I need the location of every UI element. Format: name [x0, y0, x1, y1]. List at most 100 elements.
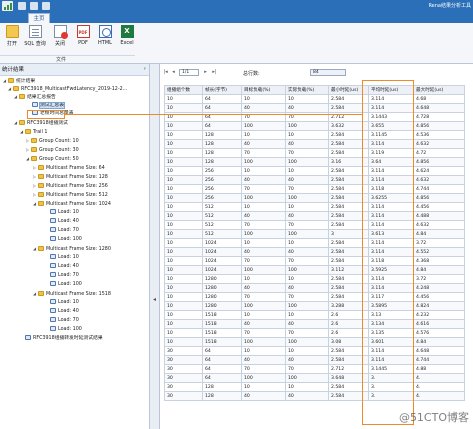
close-button[interactable]: 关闭	[49, 25, 71, 51]
tree-node[interactable]: Load: 100	[45, 281, 82, 289]
tree-node[interactable]: ◢ Group Count: 50	[26, 155, 79, 163]
next-page-icon[interactable]: ▸	[202, 69, 209, 76]
table-cell: 3.08	[328, 337, 369, 347]
quick-save-icon[interactable]	[18, 2, 26, 10]
table-row[interactable]: 30 64 40 40 2.584 3.114 4.744	[164, 355, 465, 365]
tree-node[interactable]: Load: 40	[45, 308, 79, 316]
table-row[interactable]: 10 1024 10 10 2.584 3.114 3.72	[164, 238, 465, 248]
column-header[interactable]: 组播组个数	[164, 85, 203, 95]
tree-node[interactable]: Load: 10	[45, 299, 79, 307]
table-row[interactable]: 10 512 100 100 3 3.613 4.84	[164, 229, 465, 239]
tree-node[interactable]: Load: 10	[45, 254, 79, 262]
table-row[interactable]: 10 64 10 10 2.584 3.114 4.68	[164, 94, 465, 104]
table-row[interactable]: 10 1280 100 100 3.288 3.5895 4.824	[164, 301, 465, 311]
table-row[interactable]: 10 1024 40 40 2.584 3.114 4.552	[164, 247, 465, 257]
tree-node[interactable]: ◢ 统计结果	[3, 77, 35, 85]
table-row[interactable]: 10 256 40 40 2.584 3.114 4.632	[164, 175, 465, 185]
table-icon	[32, 102, 38, 107]
table-cell: 512	[202, 220, 242, 230]
tree-node-label: 测试汇总表	[39, 102, 65, 109]
tree-node[interactable]: ◢ Trail 1	[20, 128, 47, 136]
tree-node-label: Trail 1	[33, 130, 48, 135]
table-row[interactable]: 10 1518 70 70 2.6 3.135 4.576	[164, 328, 465, 338]
table-row[interactable]: 10 1024 70 70 2.584 3.118 4.368	[164, 256, 465, 266]
quick-undo-icon[interactable]	[30, 2, 38, 10]
table-row[interactable]: 10 128 70 70 2.584 3.119 4.72	[164, 148, 465, 158]
tree-node[interactable]: ◢ Multicast Frame Size: 1024	[33, 200, 111, 208]
table-row[interactable]: 10 1518 100 100 3.08 3.601 4.84	[164, 337, 465, 347]
column-header[interactable]: 实际负载(%)	[285, 85, 329, 95]
table-cell: 3.1145	[368, 130, 414, 140]
table-row[interactable]: 10 1518 40 40 2.6 3.134 4.616	[164, 319, 465, 329]
table-row[interactable]: 10 128 100 100 3.16 3.64 4.856	[164, 157, 465, 167]
tree-node-label: Load: 40	[58, 219, 79, 224]
table-row[interactable]: 10 1280 70 70 2.584 3.117 4.456	[164, 292, 465, 302]
quick-access-dropdown-icon[interactable]	[42, 2, 50, 10]
first-page-icon[interactable]: |◂	[162, 69, 169, 76]
tab-home[interactable]: 主页	[28, 13, 50, 23]
tree-node[interactable]: Load: 100	[45, 236, 82, 244]
table-row[interactable]: 10 512 40 40 2.584 3.114 4.488	[164, 211, 465, 221]
tree-node[interactable]: ◢ RFC3918组播测试	[14, 119, 68, 127]
table-row[interactable]: 10 256 10 10 2.584 3.114 4.624	[164, 166, 465, 176]
table-row[interactable]: 30 128 10 10 2.584 3. 4.	[164, 382, 465, 392]
tree-node[interactable]: Load: 40	[45, 263, 79, 271]
tree-node[interactable]: ▷ Multicast Frame Size: 512	[33, 191, 108, 199]
export-pdf-button[interactable]: PDF PDF	[72, 25, 94, 51]
panel-splitter[interactable]: ◂	[150, 64, 160, 429]
table-cell: 10	[164, 157, 203, 167]
column-header[interactable]: 帧长(字节)	[202, 85, 242, 95]
tree-node[interactable]: Load: 40	[45, 218, 79, 226]
table-row[interactable]: 10 512 70 70 2.584 3.114 4.632	[164, 220, 465, 230]
collapse-panel-icon[interactable]: ◂	[153, 296, 156, 303]
table-row[interactable]: 10 1280 40 40 2.584 3.114 4.248	[164, 283, 465, 293]
table-row[interactable]: 30 128 40 40 2.584 3. 4.	[164, 391, 465, 401]
table-row[interactable]: 10 128 10 10 2.584 3.1145 4.536	[164, 130, 465, 140]
tree-node[interactable]: 测试汇总表	[27, 102, 65, 110]
table-cell: 10	[164, 184, 203, 194]
tree-node[interactable]: Load: 70	[45, 227, 79, 235]
export-excel-button[interactable]: X Excel	[116, 25, 138, 51]
tree-node[interactable]: Load: 70	[45, 272, 79, 280]
column-header[interactable]: 平均时延(us)	[368, 85, 414, 95]
tree-node[interactable]: ◢ Multicast Frame Size: 1518	[33, 290, 111, 298]
tree-node[interactable]: ▷ Group Count: 10	[26, 137, 79, 145]
tree-node[interactable]: Load: 10	[45, 209, 79, 217]
table-cell: 40	[285, 283, 329, 293]
page-number-input[interactable]: 1/1	[179, 69, 199, 76]
table-row[interactable]: 30 64 100 100 3.648 3. 4.	[164, 373, 465, 383]
tree-node[interactable]: ▷ Multicast Frame Size: 64	[33, 164, 105, 172]
tree-node[interactable]: Load: 70	[45, 317, 79, 325]
pin-icon[interactable]: ᵖ	[144, 64, 146, 76]
table-row[interactable]: 10 1024 100 100 3.112 3.5925 4.84	[164, 265, 465, 275]
table-row[interactable]: 30 64 10 10 2.584 3.114 4.648	[164, 346, 465, 356]
tree-node[interactable]: ▷ Multicast Frame Size: 256	[33, 182, 108, 190]
tree-node[interactable]: Load: 100	[45, 326, 82, 334]
table-row[interactable]: 10 64 100 100 3.632 3.655 4.856	[164, 121, 465, 131]
column-header[interactable]: 最小时延(us)	[328, 85, 369, 95]
table-row[interactable]: 10 128 40 40 2.584 3.114 4.632	[164, 139, 465, 149]
tree-node[interactable]: ◢ RFC3918_MulticastFwdLatency_2019-12-2..…	[8, 85, 127, 93]
export-html-button[interactable]: HTML	[94, 25, 116, 51]
table-row[interactable]: 10 512 10 10 2.584 3.114 4.456	[164, 202, 465, 212]
tree-node[interactable]: ◢ Multicast Frame Size: 1280	[33, 245, 111, 253]
table-row[interactable]: 10 1518 10 10 2.6 3.13 4.232	[164, 310, 465, 320]
table-icon	[25, 335, 31, 340]
tree-node[interactable]: RFC3918组播转发时延测试结果	[20, 335, 103, 343]
open-button[interactable]: 打开	[1, 25, 23, 51]
table-row[interactable]: 10 64 40 40 2.584 3.114 4.648	[164, 103, 465, 113]
table-cell: 100	[241, 337, 286, 347]
last-page-icon[interactable]: ▸|	[211, 69, 218, 76]
sql-query-button[interactable]: SQL 查询	[24, 25, 46, 51]
column-header[interactable]: 最大时延(us)	[413, 85, 465, 95]
table-row[interactable]: 30 64 70 70 2.712 3.1445 4.88	[164, 364, 465, 374]
table-row[interactable]: 10 1280 10 10 2.584 3.114 3.72	[164, 274, 465, 284]
tree-node[interactable]: ▷ Group Count: 30	[26, 146, 79, 154]
tree-node[interactable]: ▷ Multicast Frame Size: 128	[33, 173, 108, 181]
previous-page-icon[interactable]: ◂	[170, 69, 177, 76]
tree-node[interactable]: ◢ 结果汇总报告	[14, 93, 56, 101]
table-row[interactable]: 10 256 70 70 2.584 3.118 4.744	[164, 184, 465, 194]
results-grid[interactable]: 组播组个数 帧长(字节) 目标负载(%) 实际负载(%) 最小时延(us) 平均时延(us…	[164, 85, 473, 429]
column-header[interactable]: 目标负载(%)	[241, 85, 286, 95]
table-row[interactable]: 10 256 100 100 2.584 3.6255 4.856	[164, 193, 465, 203]
